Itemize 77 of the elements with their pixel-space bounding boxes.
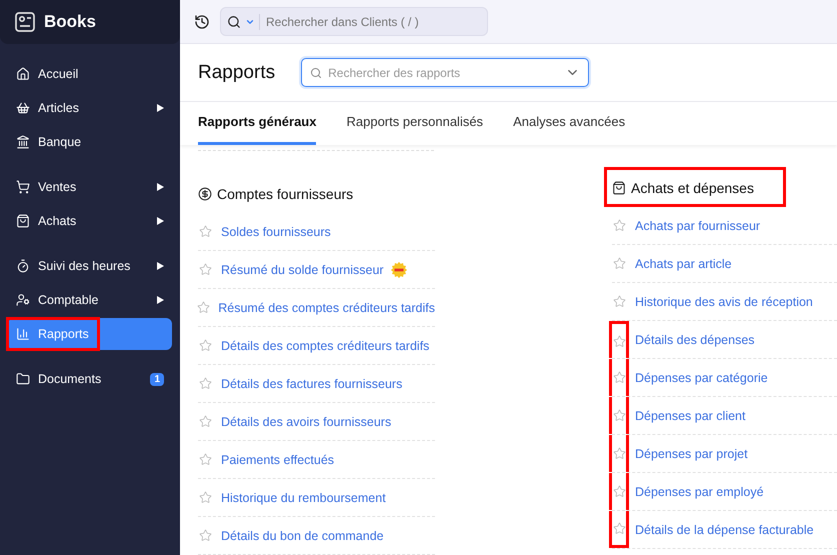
caret-icon: [157, 262, 164, 270]
sidebar-item[interactable]: Rapports: [8, 318, 172, 350]
report-link[interactable]: Historique des avis de réception: [635, 294, 813, 308]
star-icon[interactable]: [612, 219, 626, 232]
tab[interactable]: Rapports généraux: [198, 102, 316, 145]
tab[interactable]: Rapports personnalisés: [346, 102, 484, 145]
star-icon[interactable]: [198, 529, 212, 542]
cart-icon: [16, 180, 30, 194]
report-link[interactable]: Détails de la dépense facturable: [635, 522, 814, 536]
recent-history-icon[interactable]: [194, 14, 210, 30]
report-link[interactable]: Détails des factures fournisseurs: [221, 376, 402, 390]
home-icon: [16, 67, 30, 81]
section-title: Achats et dépenses: [631, 180, 754, 196]
star-icon[interactable]: [197, 301, 210, 314]
count-badge: 1: [150, 372, 164, 386]
stopwatch-icon: [16, 259, 30, 273]
report-search-box[interactable]: Rechercher des rapports: [301, 58, 590, 87]
star-icon[interactable]: [198, 453, 212, 466]
caret-icon: [157, 296, 164, 304]
sidebar-item[interactable]: Accueil: [8, 58, 172, 90]
bag-icon: [16, 214, 30, 228]
bar-chart-icon: [16, 327, 30, 341]
report-link[interactable]: Dépenses par employé: [635, 484, 764, 498]
logo-icon: [14, 11, 36, 33]
sidebar-item[interactable]: Ventes: [8, 171, 172, 203]
sidebar-item[interactable]: Banque: [8, 126, 172, 158]
star-icon[interactable]: [612, 295, 626, 308]
sidebar-item[interactable]: Documents 1: [8, 363, 172, 395]
tab[interactable]: Analyses avancées: [513, 102, 626, 145]
star-icon[interactable]: [198, 377, 212, 390]
global-search-bar[interactable]: Rechercher dans Clients ( / ): [220, 7, 488, 36]
section-title: Comptes fournisseurs: [217, 186, 354, 202]
report-link[interactable]: Achats par fournisseur: [635, 218, 760, 232]
new-badge-icon: [390, 260, 408, 278]
folder-icon: [16, 372, 30, 386]
star-icon[interactable]: [612, 409, 626, 422]
report-link[interactable]: Dépenses par catégorie: [635, 370, 768, 384]
star-icon[interactable]: [612, 447, 626, 460]
report-link[interactable]: Résumé du solde fournisseur: [221, 262, 384, 276]
global-search-field[interactable]: Rechercher dans Clients ( / ): [259, 14, 487, 30]
star-icon[interactable]: [612, 485, 626, 498]
report-link[interactable]: Achats par article: [635, 256, 732, 270]
star-icon[interactable]: [198, 225, 212, 238]
sidebar-item[interactable]: Achats: [8, 205, 172, 237]
report-link[interactable]: Détails des dépenses: [635, 332, 755, 346]
bag-icon: [612, 181, 626, 195]
report-link[interactable]: Soldes fournisseurs: [221, 224, 331, 238]
star-icon[interactable]: [198, 491, 212, 504]
page-title: Rapports: [198, 62, 276, 84]
person-icon: [16, 293, 30, 307]
search-icon: [310, 66, 322, 78]
star-icon[interactable]: [612, 522, 626, 534]
search-icon: [227, 14, 241, 29]
sidebar-item[interactable]: Suivi des heures: [8, 250, 172, 282]
caret-icon: [157, 217, 164, 225]
star-icon[interactable]: [612, 371, 626, 384]
caret-icon: [157, 183, 164, 191]
report-link[interactable]: Résumé des comptes créditeurs tardifs: [218, 300, 435, 314]
report-link[interactable]: Détails du bon de commande: [221, 528, 384, 542]
caret-icon: [157, 104, 164, 112]
sidebar-item[interactable]: Articles: [8, 92, 172, 124]
star-icon[interactable]: [612, 257, 626, 270]
report-link[interactable]: Paiements effectués: [221, 452, 334, 466]
bank-icon: [16, 135, 30, 149]
report-link[interactable]: Détails des avoirs fournisseurs: [221, 414, 392, 428]
basket-icon: [16, 101, 30, 115]
sidebar-item[interactable]: Comptable: [8, 284, 172, 316]
star-icon[interactable]: [198, 339, 212, 352]
report-link[interactable]: Dépenses par client: [635, 408, 746, 422]
coin-icon: [198, 187, 212, 201]
star-icon[interactable]: [612, 334, 626, 348]
app-name: Books: [44, 12, 96, 32]
star-icon[interactable]: [198, 263, 212, 276]
star-icon[interactable]: [198, 415, 212, 428]
report-link[interactable]: Détails des comptes créditeurs tardifs: [221, 338, 430, 352]
report-link[interactable]: Historique du remboursement: [221, 490, 386, 504]
report-link[interactable]: Dépenses par projet: [635, 446, 748, 460]
